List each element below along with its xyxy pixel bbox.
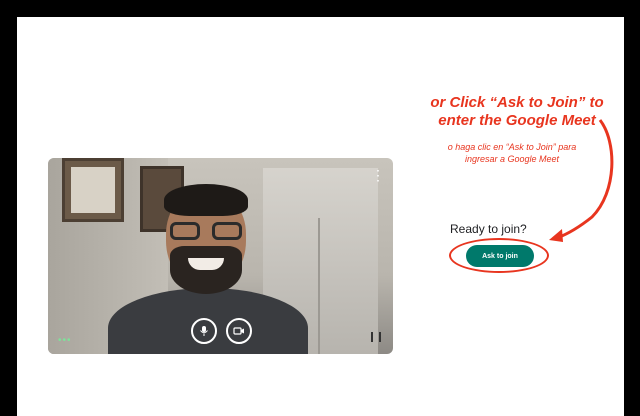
annotation-arrow [549, 119, 614, 242]
meet-prejoin-page: ⋮ ••• or Click “Ask to Join” to enter th… [17, 17, 624, 416]
